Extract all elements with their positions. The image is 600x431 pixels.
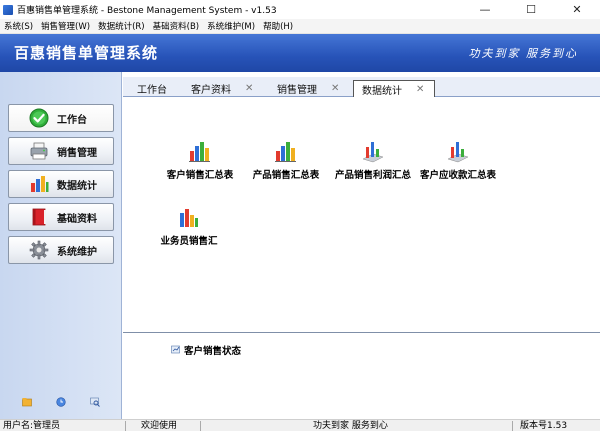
stat-label: 产品销售利润汇总 (334, 170, 411, 181)
menu-basic-data[interactable]: 基础资料(B) (149, 20, 203, 32)
nav-sales-button[interactable]: 销售管理 (8, 137, 114, 165)
stat-label: 客户销售汇总表 (166, 170, 234, 181)
nav-maintenance-button[interactable]: 系统维护 (8, 236, 114, 264)
bar-chart-icon (29, 174, 49, 194)
left-navigation: 工作台 销售管理 数据统计 基础资料 系统维护 (0, 72, 122, 419)
window-title: 百惠销售单管理系统 - Bestone Management System - … (17, 6, 277, 16)
printer-icon (29, 141, 49, 161)
menu-sales[interactable]: 销售管理(W) (37, 20, 94, 32)
status-heading[interactable]: 客户销售状态 (171, 343, 241, 357)
bar-chart-icon (177, 205, 201, 229)
tab-customers[interactable]: 客户资料 ✕ (183, 80, 253, 97)
maximize-button[interactable]: ☐ (508, 0, 554, 19)
statistics-panel: 客户销售汇总表 产品销售汇总表 产品销售利润汇总 客户应收款汇总表 业务员销售汇 (123, 97, 600, 332)
window-titlebar[interactable]: 百惠销售单管理系统 - Bestone Management System - … (0, 0, 600, 19)
status-separator (512, 421, 513, 431)
stat-label: 产品销售汇总表 (252, 170, 320, 181)
nav-basic-data-button[interactable]: 基础资料 (8, 203, 114, 231)
close-icon[interactable]: ✕ (331, 83, 339, 94)
status-version: 版本号1.53 (520, 421, 568, 431)
nav-workbench-button[interactable]: 工作台 (8, 104, 114, 132)
search-icon[interactable] (90, 397, 100, 407)
close-button[interactable]: ✕ (554, 0, 600, 19)
app-icon (3, 4, 13, 15)
stat-product-sales-summary[interactable]: 产品销售汇总表 (241, 139, 331, 181)
stat-receivables-summary[interactable]: 客户应收款汇总表 (413, 139, 503, 181)
check-circle-icon (29, 108, 49, 128)
status-heading-label: 客户销售状态 (184, 346, 242, 357)
banner-title: 百惠销售单管理系统 (14, 44, 159, 62)
minimize-button[interactable]: — (462, 0, 508, 19)
nav-tool-strip (0, 397, 122, 409)
stat-product-profit-summary[interactable]: 产品销售利润汇总 (328, 139, 418, 181)
status-slogan: 功夫到家 服务到心 (313, 421, 388, 431)
bar-chart-icon (274, 139, 298, 163)
tab-label: 数据统计 (362, 85, 402, 97)
status-separator (200, 421, 201, 431)
nav-workbench-label: 工作台 (57, 114, 87, 126)
tab-strip: 工作台 客户资料 ✕ 销售管理 ✕ 数据统计 ✕ (123, 77, 600, 97)
close-icon[interactable]: ✕ (416, 84, 424, 95)
nav-maintenance-label: 系统维护 (57, 246, 97, 258)
menu-statistics[interactable]: 数据统计(R) (94, 20, 149, 32)
bar-chart-icon (188, 139, 212, 163)
stat-customer-sales-summary[interactable]: 客户销售汇总表 (155, 139, 245, 181)
book-icon (29, 207, 49, 227)
tab-sales[interactable]: 销售管理 ✕ (269, 80, 339, 97)
tab-label: 销售管理 (277, 85, 317, 96)
3d-chart-icon (446, 139, 470, 163)
customer-sales-status-panel: 客户销售状态 (123, 332, 600, 419)
menu-system[interactable]: 系统(S) (0, 20, 37, 32)
report-icon (171, 345, 181, 355)
tab-label: 工作台 (137, 85, 167, 96)
nav-statistics-label: 数据统计 (57, 180, 97, 192)
nav-sales-label: 销售管理 (57, 147, 97, 159)
status-user: 用户名:管理员 (3, 421, 61, 431)
folder-icon[interactable] (22, 397, 32, 407)
status-bar: 用户名:管理员 欢迎使用 功夫到家 服务到心 版本号1.53 (0, 419, 600, 431)
status-separator (125, 421, 126, 431)
menu-help[interactable]: 帮助(H) (259, 20, 297, 32)
app-banner: 百惠销售单管理系统 功夫到家 服务到心 (0, 34, 600, 72)
stat-salesperson-summary[interactable]: 业务员销售汇 (144, 205, 234, 247)
status-welcome: 欢迎使用 (141, 421, 178, 431)
gear-icon (29, 240, 49, 260)
menu-maintenance[interactable]: 系统维护(M) (203, 20, 259, 32)
stat-label: 业务员销售汇 (160, 236, 218, 247)
tab-label: 客户资料 (191, 85, 231, 96)
stat-label: 客户应收款汇总表 (419, 170, 496, 181)
window-controls: — ☐ ✕ (462, 0, 600, 19)
menu-bar: 系统(S) 销售管理(W) 数据统计(R) 基础资料(B) 系统维护(M) 帮助… (0, 19, 600, 34)
close-icon[interactable]: ✕ (245, 83, 253, 94)
nav-statistics-button[interactable]: 数据统计 (8, 170, 114, 198)
clock-icon[interactable] (56, 397, 66, 407)
banner-slogan: 功夫到家 服务到心 (468, 47, 578, 60)
nav-basic-data-label: 基础资料 (57, 213, 97, 225)
3d-chart-icon (361, 139, 385, 163)
tab-statistics[interactable]: 数据统计 ✕ (353, 80, 435, 97)
tab-workbench[interactable]: 工作台 (129, 80, 167, 97)
